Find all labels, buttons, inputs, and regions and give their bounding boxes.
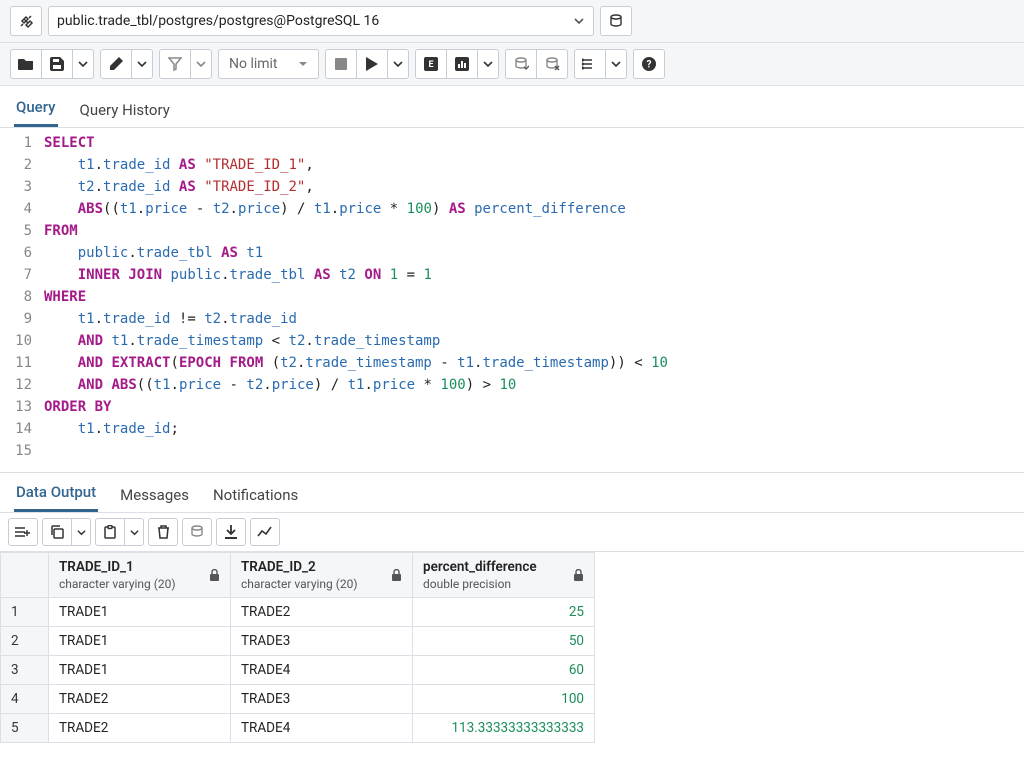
connection-label: public.trade_tbl/postgres/postgres@Postg… — [57, 13, 379, 29]
cell[interactable]: 25 — [413, 598, 595, 627]
save-dropdown[interactable] — [72, 49, 94, 79]
tab-query-history[interactable]: Query History — [78, 97, 172, 127]
sql-code[interactable]: SELECT t1.trade_id AS "TRADE_ID_1", t2.t… — [40, 132, 1024, 462]
cell[interactable]: TRADE1 — [49, 598, 231, 627]
rollback-button[interactable] — [536, 49, 568, 79]
tab-data-output[interactable]: Data Output — [14, 479, 98, 512]
connection-status-icon[interactable] — [10, 6, 42, 36]
connection-selector[interactable]: public.trade_tbl/postgres/postgres@Postg… — [48, 6, 594, 36]
cell[interactable]: TRADE3 — [231, 685, 413, 714]
cell[interactable]: TRADE2 — [49, 685, 231, 714]
copy-button[interactable] — [42, 518, 72, 546]
table-row[interactable]: 4TRADE2TRADE3100 — [1, 685, 595, 714]
cell[interactable]: TRADE4 — [231, 714, 413, 743]
edit-dropdown[interactable] — [131, 49, 153, 79]
cell[interactable]: 100 — [413, 685, 595, 714]
tab-messages[interactable]: Messages — [118, 482, 191, 512]
table-row[interactable]: 1TRADE1TRADE225 — [1, 598, 595, 627]
cell[interactable]: 60 — [413, 656, 595, 685]
commit-button[interactable] — [505, 49, 537, 79]
row-limit-label: No limit — [229, 56, 278, 72]
row-limit-select[interactable]: No limit — [218, 49, 319, 79]
cell[interactable]: 113.33333333333333 — [413, 714, 595, 743]
column-header[interactable]: TRADE_ID_1character varying (20) — [49, 553, 231, 598]
cell[interactable]: TRADE4 — [231, 656, 413, 685]
stop-button[interactable] — [325, 49, 357, 79]
cell[interactable]: TRADE2 — [231, 598, 413, 627]
open-file-button[interactable] — [10, 49, 42, 79]
chevron-down-icon — [573, 15, 585, 27]
paste-dropdown[interactable] — [124, 518, 144, 546]
graph-visualizer-button[interactable] — [250, 518, 280, 546]
delete-row-button[interactable] — [148, 518, 178, 546]
macros-button[interactable] — [574, 49, 606, 79]
sql-editor[interactable]: 123456789101112131415 SELECT t1.trade_id… — [0, 128, 1024, 472]
copy-dropdown[interactable] — [71, 518, 91, 546]
cell[interactable]: TRADE2 — [49, 714, 231, 743]
edit-button[interactable] — [100, 49, 132, 79]
result-toolbar — [0, 513, 1024, 552]
filter-dropdown[interactable] — [190, 49, 212, 79]
help-button[interactable]: ? — [633, 49, 665, 79]
save-button[interactable] — [41, 49, 73, 79]
caret-down-icon — [298, 59, 308, 69]
filter-button[interactable] — [159, 49, 191, 79]
main-toolbar: No limit E — [0, 43, 1024, 86]
tab-query[interactable]: Query — [14, 94, 58, 127]
execute-button[interactable] — [356, 49, 388, 79]
line-gutter: 123456789101112131415 — [0, 132, 40, 462]
new-connection-button[interactable] — [600, 6, 632, 36]
add-row-button[interactable] — [8, 518, 38, 546]
editor-tabs: Query Query History — [0, 86, 1024, 128]
result-tabs: Data Output Messages Notifications — [0, 472, 1024, 513]
result-grid[interactable]: TRADE_ID_1character varying (20)TRADE_ID… — [0, 552, 595, 743]
connection-bar: public.trade_tbl/postgres/postgres@Postg… — [0, 0, 1024, 43]
save-data-button[interactable] — [182, 518, 212, 546]
download-button[interactable] — [216, 518, 246, 546]
paste-button[interactable] — [95, 518, 125, 546]
explain-button[interactable]: E — [415, 49, 447, 79]
svg-text:E: E — [428, 60, 433, 70]
column-header[interactable]: percent_differencedouble precision — [413, 553, 595, 598]
cell[interactable]: TRADE3 — [231, 627, 413, 656]
explain-analyze-button[interactable] — [446, 49, 478, 79]
lock-icon — [209, 569, 220, 581]
cell[interactable]: TRADE1 — [49, 627, 231, 656]
svg-text:?: ? — [646, 60, 651, 71]
cell[interactable]: TRADE1 — [49, 656, 231, 685]
table-row[interactable]: 5TRADE2TRADE4113.33333333333333 — [1, 714, 595, 743]
execute-dropdown[interactable] — [387, 49, 409, 79]
table-row[interactable]: 3TRADE1TRADE460 — [1, 656, 595, 685]
cell[interactable]: 50 — [413, 627, 595, 656]
macros-dropdown[interactable] — [605, 49, 627, 79]
tab-notifications[interactable]: Notifications — [211, 482, 300, 512]
table-row[interactable]: 2TRADE1TRADE350 — [1, 627, 595, 656]
column-header[interactable]: TRADE_ID_2character varying (20) — [231, 553, 413, 598]
lock-icon — [391, 569, 402, 581]
lock-icon — [573, 569, 584, 581]
explain-dropdown[interactable] — [477, 49, 499, 79]
